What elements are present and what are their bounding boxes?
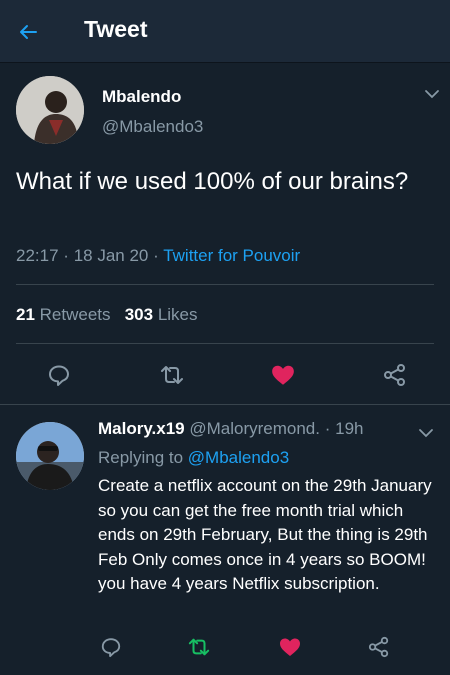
tweet-text: What if we used 100% of our brains? [16, 168, 409, 195]
top-bar: Tweet [0, 0, 450, 63]
tweet-time: 22:17 [16, 246, 59, 265]
like-icon[interactable] [278, 635, 302, 659]
like-count[interactable]: 303 [125, 305, 153, 324]
replying-prefix: Replying to [98, 448, 184, 467]
divider [0, 404, 450, 405]
share-icon[interactable] [383, 363, 407, 387]
reply-author-name[interactable]: Malory.x19 [98, 419, 185, 438]
meta-separator: · [63, 246, 69, 265]
divider [16, 284, 434, 285]
meta-separator: · [153, 246, 159, 265]
retweet-icon[interactable] [188, 636, 210, 658]
reply-header: Malory.x19 @Maloryremond. · 19h [98, 419, 364, 439]
chevron-down-icon[interactable] [424, 88, 440, 100]
tweet-date: 18 Jan 20 [73, 246, 149, 265]
retweets-label[interactable]: Retweets [40, 305, 111, 324]
share-icon[interactable] [368, 636, 390, 658]
author-name[interactable]: Mbalendo [102, 87, 181, 107]
divider [16, 343, 434, 344]
like-icon[interactable] [270, 362, 296, 388]
reply-author-avatar[interactable] [16, 422, 84, 490]
meta-separator: · [324, 419, 331, 438]
reply-age: 19h [335, 419, 364, 438]
arrow-left-icon[interactable] [16, 20, 40, 44]
retweet-count[interactable]: 21 [16, 305, 35, 324]
reply-author-handle[interactable]: @Maloryremond. [189, 419, 320, 438]
tweet-stats: 21 Retweets 303 Likes [16, 305, 198, 325]
reply-icon[interactable] [100, 636, 122, 658]
reply-text: Create a netflix account on the 29th Jan… [98, 476, 432, 593]
retweet-icon[interactable] [160, 363, 184, 387]
tweet-source-link[interactable]: Twitter for Pouvoir [163, 246, 300, 265]
chevron-down-icon[interactable] [418, 427, 434, 439]
reply-icon[interactable] [47, 363, 71, 387]
author-handle[interactable]: @Mbalendo3 [102, 117, 203, 137]
replying-to: Replying to @Mbalendo3 [98, 448, 289, 468]
author-avatar[interactable] [16, 76, 84, 144]
likes-label[interactable]: Likes [158, 305, 198, 324]
page-title: Tweet [84, 16, 148, 42]
replying-to-handle[interactable]: @Mbalendo3 [188, 448, 289, 467]
tweet-meta: 22:17 · 18 Jan 20 · Twitter for Pouvoir [16, 246, 300, 266]
